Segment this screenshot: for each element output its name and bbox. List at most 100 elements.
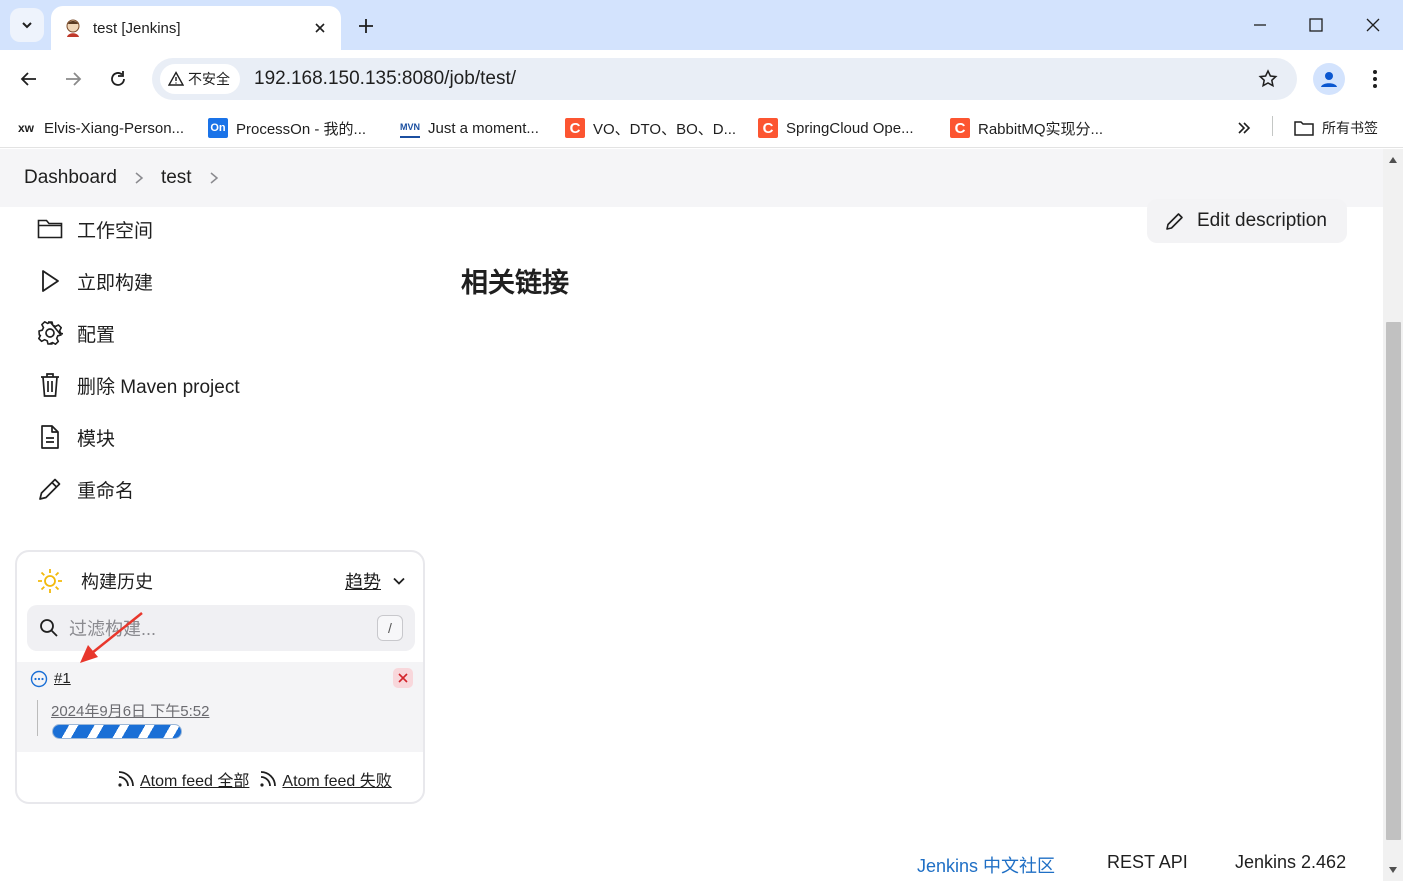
build-number-link[interactable]: #1 [54, 670, 71, 687]
atom-feed-failed-label: Atom feed 失败 [282, 773, 392, 790]
reload-button[interactable] [103, 64, 133, 94]
scroll-down-arrow-icon[interactable] [1383, 863, 1403, 877]
maximize-button[interactable] [1301, 10, 1331, 40]
chevron-right-icon[interactable] [208, 171, 220, 185]
user-icon [1321, 72, 1337, 87]
tab-title: test [Jenkins] [93, 19, 181, 37]
bookmark-item[interactable]: C RabbitMQ实现分... [950, 116, 1103, 140]
filter-placeholder: 过滤构建... [69, 619, 157, 639]
trend-link[interactable]: 趋势 [345, 568, 381, 594]
edit-description-button[interactable]: Edit description [1147, 199, 1347, 243]
sidebar-item-label: 工作空间 [77, 220, 154, 242]
sidebar-item-label: 模块 [77, 428, 116, 450]
scroll-up-arrow-icon[interactable] [1383, 153, 1403, 167]
browser-toolbar: 不安全 192.168.150.135:8080/job/test/ [0, 50, 1403, 108]
profile-avatar[interactable] [1313, 63, 1345, 95]
mvn-icon: MVN [400, 118, 420, 138]
folder-icon [36, 215, 64, 243]
minimize-button[interactable] [1245, 10, 1275, 40]
jenkins-page: Dashboard test 工作空间 立即构建 配置 删除 Maven pro… [0, 149, 1383, 881]
build-row[interactable]: #1 2024年9月6日 下午5:52 [17, 662, 423, 752]
atom-feed-all-link[interactable]: Atom feed 全部 [117, 767, 249, 791]
bookmark-item[interactable]: xw Elvis-Xiang-Person... [16, 116, 184, 140]
build-history-title: 构建历史 [81, 572, 153, 592]
bookmark-star-icon[interactable] [1253, 64, 1283, 94]
bookmark-item[interactable]: C VO、DTO、BO、D... [565, 116, 736, 140]
bookmark-label: Elvis-Xiang-Person... [44, 119, 185, 137]
chevron-down-icon [22, 22, 32, 29]
bookmark-label: ProcessOn - 我的... [236, 120, 367, 138]
page-scrollbar[interactable] [1383, 149, 1403, 881]
jenkins-favicon-icon [66, 19, 80, 37]
build-progress-bar[interactable] [52, 724, 182, 739]
address-bar[interactable]: 不安全 192.168.150.135:8080/job/test/ [152, 58, 1297, 100]
shortcut-key: / [377, 615, 403, 641]
edit-description-label: Edit description [1197, 210, 1327, 231]
maximize-icon [1309, 18, 1323, 32]
scroll-thumb[interactable] [1386, 322, 1401, 840]
processon-icon: On [208, 118, 228, 138]
section-title: 相关链接 [461, 268, 569, 298]
browser-tab[interactable]: test [Jenkins] [51, 6, 341, 50]
search-icon [40, 619, 58, 637]
csdn-icon: C [565, 118, 585, 138]
bookmark-item[interactable]: C SpringCloud Ope... [758, 116, 914, 140]
jenkins-community-link[interactable]: Jenkins 中文社区 [917, 852, 1055, 878]
bookmark-label: RabbitMQ实现分... [978, 120, 1104, 138]
chevron-right-icon[interactable] [133, 171, 145, 185]
build-history-panel: 构建历史 趋势 过滤构建... / #1 2024年9月6日 下午5:52 At… [15, 550, 425, 804]
forward-arrow-icon [66, 72, 82, 86]
security-label: 不安全 [188, 71, 230, 87]
filter-builds-input[interactable]: 过滤构建... / [27, 605, 415, 651]
sidebar-item-delete[interactable]: 删除 Maven project [36, 370, 240, 400]
pencil-icon [1166, 213, 1183, 230]
atom-feed-failed-link[interactable]: Atom feed 失败 [259, 767, 392, 791]
bookmark-item[interactable]: MVN Just a moment... [400, 116, 539, 140]
more-bookmarks-button[interactable] [1236, 116, 1252, 140]
minimize-icon [1254, 24, 1266, 26]
browser-menu-button[interactable] [1360, 63, 1390, 95]
sidebar-item-modules[interactable]: 模块 [36, 422, 115, 452]
new-tab-button[interactable] [352, 12, 380, 40]
atom-feed-all-label: Atom feed 全部 [140, 773, 250, 790]
bookmark-label: Just a moment... [428, 119, 539, 137]
build-timestamp[interactable]: 2024年9月6日 下午5:52 [51, 700, 209, 721]
plus-icon [359, 19, 373, 33]
close-tab-icon[interactable] [311, 19, 329, 37]
all-bookmarks-label: 所有书签 [1322, 120, 1378, 136]
url-text[interactable]: 192.168.150.135:8080/job/test/ [254, 68, 1253, 90]
sidebar-item-rename[interactable]: 重命名 [36, 474, 134, 504]
bookmark-label: VO、DTO、BO、D... [593, 120, 737, 138]
security-chip[interactable]: 不安全 [160, 64, 240, 94]
build-history-header: 构建历史 趋势 [37, 566, 407, 596]
sidebar-item-label: 配置 [77, 324, 116, 346]
sidebar-item-label: 删除 Maven project [77, 376, 240, 398]
abort-build-button[interactable] [393, 668, 413, 688]
rest-api-link[interactable]: REST API [1107, 852, 1188, 873]
sidebar-item-workspace[interactable]: 工作空间 [36, 214, 153, 244]
back-button[interactable] [14, 64, 44, 94]
csdn-icon: C [950, 118, 970, 138]
xw-icon: xw [17, 121, 34, 135]
forward-button[interactable] [58, 64, 88, 94]
tab-strip: test [Jenkins] [0, 0, 1403, 50]
document-icon [36, 423, 64, 451]
sidebar-item-build-now[interactable]: 立即构建 [36, 266, 153, 296]
build-divider [37, 700, 38, 736]
breadcrumb-dashboard[interactable]: Dashboard [24, 167, 117, 189]
tab-search-button[interactable] [10, 8, 44, 42]
folder-icon [1294, 118, 1314, 138]
double-chevron-right-icon [1238, 122, 1251, 134]
csdn-icon: C [758, 118, 778, 138]
sidebar-item-configure[interactable]: 配置 [36, 318, 115, 348]
bookmark-label: SpringCloud Ope... [786, 119, 914, 137]
all-bookmarks-button[interactable]: 所有书签 [1294, 116, 1378, 140]
breadcrumb-test[interactable]: test [161, 167, 192, 189]
bookmark-item[interactable]: On ProcessOn - 我的... [208, 116, 366, 140]
sidebar-item-label: 重命名 [77, 480, 135, 502]
more-vertical-icon [1373, 70, 1377, 88]
jenkins-version-link[interactable]: Jenkins 2.462 [1235, 852, 1346, 873]
gear-icon [36, 319, 64, 347]
close-window-button[interactable] [1358, 10, 1388, 40]
chevron-down-icon[interactable] [391, 573, 407, 589]
